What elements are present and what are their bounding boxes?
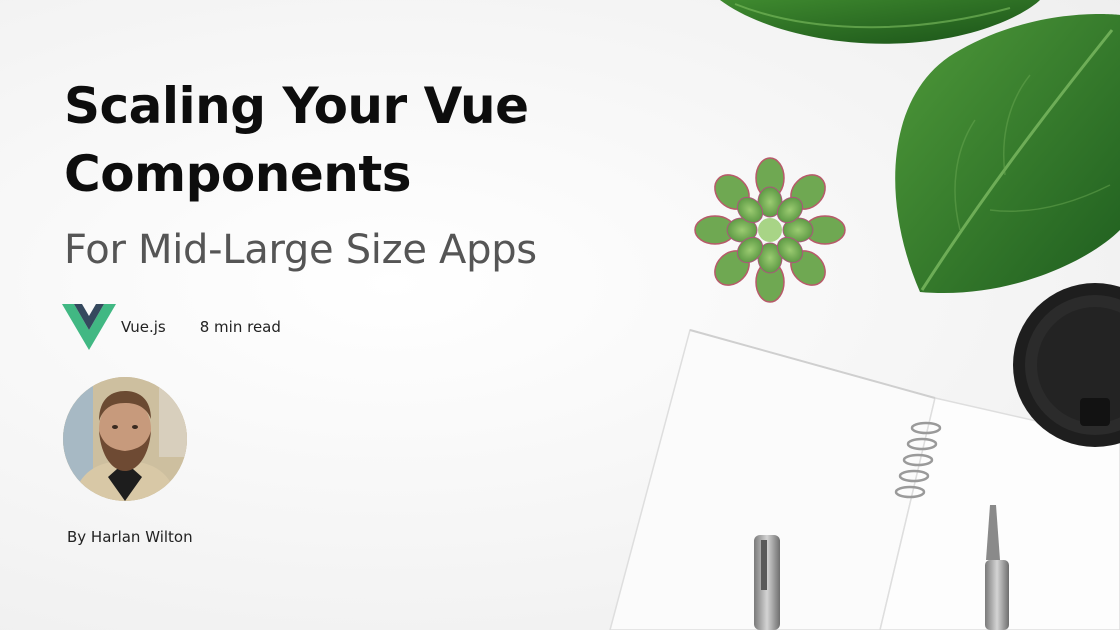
author-byline: By Harlan Wilton	[67, 528, 193, 546]
article-title: Scaling Your Vue Components	[64, 72, 624, 208]
article-meta: Vue.js 8 min read	[62, 303, 281, 351]
read-time: 8 min read	[199, 318, 281, 336]
title-line-2: Components	[64, 145, 412, 203]
pen-left-icon	[754, 535, 780, 630]
category-tag[interactable]: Vue.js	[121, 318, 166, 336]
author-avatar	[63, 377, 187, 501]
title-line-1: Scaling Your Vue	[64, 77, 529, 135]
leaf-large-icon	[895, 14, 1120, 294]
succulent-icon	[694, 157, 846, 303]
article-subtitle: For Mid-Large Size Apps	[64, 227, 537, 273]
vue-logo-icon	[62, 304, 116, 350]
